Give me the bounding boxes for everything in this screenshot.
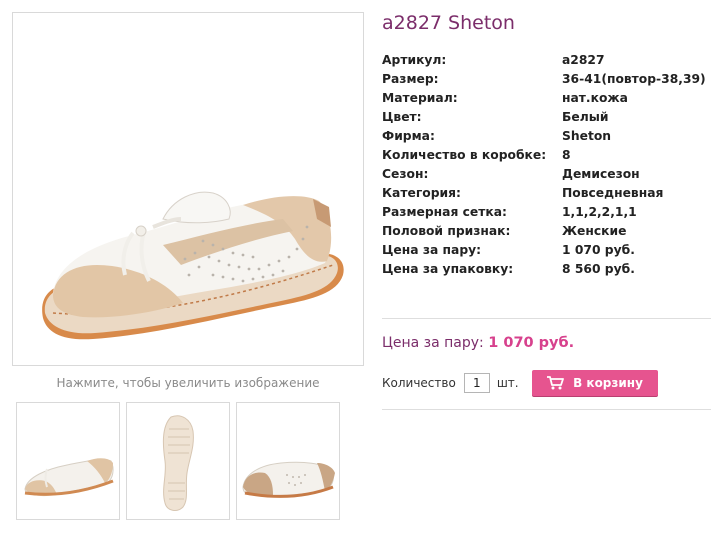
spec-row-size-grid: Размерная сетка: 1,1,2,2,1,1 [382,203,711,222]
spec-value: Женские [562,224,627,238]
add-to-cart-label: В корзину [573,376,643,390]
spec-row-price-pack: Цена за упаковку: 8 560 руб. [382,260,711,279]
spec-row-season: Сезон: Демисезон [382,165,711,184]
price-summary: Цена за пару: 1 070 руб. [382,335,574,351]
spec-label: Категория: [382,186,461,200]
spec-row-category: Категория: Повседневная [382,184,711,203]
thumbnail-sole[interactable] [126,402,230,520]
spec-row-color: Цвет: Белый [382,108,711,127]
zoom-hint-text: Нажмите, чтобы увеличить изображение [56,376,320,390]
spec-value: 1 070 руб. [562,243,635,257]
spec-label: Фирма: [382,129,435,143]
shoe-inner-side-thumbnail [237,403,339,519]
divider [382,409,711,410]
spec-value: Sheton [562,129,612,143]
spec-value: 8 560 руб. [562,262,635,276]
spec-row-gender: Половой признак: Женские [382,222,711,241]
spec-label: Размер: [382,72,439,86]
spec-value: 8 [562,148,571,162]
spec-row-material: Материал: нат.кожа [382,89,711,108]
shoe-side-view-thumbnail [17,403,119,519]
spec-value: нат.кожа [562,91,628,105]
add-to-cart-button[interactable]: В корзину [532,370,658,396]
price-label: Цена за пару: [382,335,484,351]
shoe-sole-thumbnail [127,403,229,519]
quantity-row: Количество шт. [382,370,519,396]
divider [382,318,711,319]
quantity-input[interactable] [463,373,490,393]
cart-icon [547,376,565,390]
quantity-label: Количество [382,376,456,390]
product-specs: Артикул: a2827 Размер: 36-41(повтор-38,39)… [382,51,711,279]
product-title: a2827 Sheton [382,12,515,34]
spec-value: Демисезон [562,167,640,181]
price-value: 1 070 руб. [488,335,575,351]
spec-label: Сезон: [382,167,429,181]
spec-value: Белый [562,110,609,124]
quantity-unit: шт. [496,376,519,390]
spec-label: Цвет: [382,110,422,124]
spec-label: Половой признак: [382,224,511,238]
spec-label: Цена за упаковку: [382,262,514,276]
spec-row-size: Размер: 36-41(повтор-38,39) [382,70,711,89]
thumbnail-inner-side[interactable] [236,402,340,520]
shoe-side-view-image [13,13,363,365]
spec-value: 36-41(повтор-38,39) [562,72,706,86]
spec-row-box-quantity: Количество в коробке: 8 [382,146,711,165]
spec-label: Размерная сетка: [382,205,507,219]
spec-label: Количество в коробке: [382,148,547,162]
spec-label: Материал: [382,91,458,105]
spec-row-brand: Фирма: Sheton [382,127,711,146]
spec-row-article: Артикул: a2827 [382,51,711,70]
main-product-image[interactable] [12,12,364,366]
spec-value: a2827 [562,53,605,67]
spec-label: Цена за пару: [382,243,482,257]
spec-label: Артикул: [382,53,447,67]
spec-value: Повседневная [562,186,664,200]
thumbnail-side-view[interactable] [16,402,120,520]
spec-row-price-pair: Цена за пару: 1 070 руб. [382,241,711,260]
spec-value: 1,1,2,2,1,1 [562,205,637,219]
